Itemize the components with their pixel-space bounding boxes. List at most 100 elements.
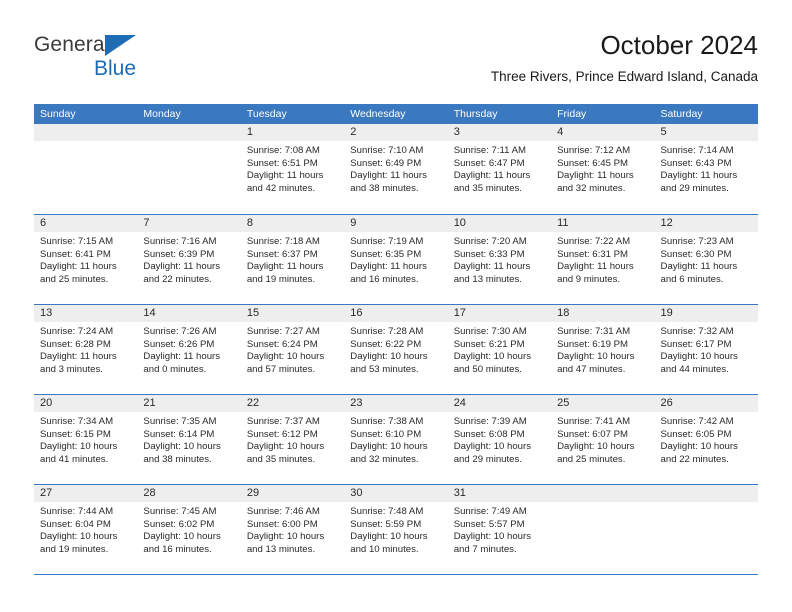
day-sun-info: Sunrise: 7:14 AM Sunset: 6:43 PM Daylight:… [655, 141, 758, 195]
day-info-line: Daylight: 11 hours [350, 170, 427, 182]
day-info-line: Sunset: 6:47 PM [453, 157, 525, 169]
day-info-line: Sunset: 6:28 PM [40, 338, 111, 350]
day-info-line: Sunrise: 7:44 AM [40, 506, 114, 517]
day-info-line: Sunrise: 7:31 AM [557, 326, 631, 337]
day-cell-22[interactable]: 22 Sunrise: 7:37 AM Sunset: 6:12 PM Dayligh… [240, 395, 345, 484]
weekday-header-friday: Friday [557, 108, 587, 120]
day-info-line: Daylight: 11 hours [143, 261, 221, 273]
day-info-line: Sunset: 5:57 PM [453, 518, 525, 530]
day-info-line: and 41 minutes. [40, 453, 109, 465]
weekday-header-wednesday: Wednesday [350, 108, 406, 120]
day-number-band [447, 124, 552, 141]
day-info-line: Daylight: 11 hours [660, 261, 738, 273]
day-cell-24[interactable]: 24 Sunrise: 7:39 AM Sunset: 6:08 PM Dayligh… [447, 395, 552, 484]
day-info-line: Sunset: 6:24 PM [246, 338, 318, 350]
day-info-line: Sunrise: 7:08 AM [246, 145, 320, 156]
day-cell-14[interactable]: 14 Sunrise: 7:26 AM Sunset: 6:26 PM Dayligh… [137, 305, 241, 394]
day-sun-info: Sunrise: 7:19 AM Sunset: 6:35 PM Daylight:… [344, 232, 447, 286]
day-info-line: Sunrise: 7:49 AM [453, 506, 527, 517]
day-info-line: and 35 minutes. [453, 182, 522, 194]
day-cell-19[interactable]: 19 Sunrise: 7:32 AM Sunset: 6:17 PM Dayligh… [654, 305, 758, 394]
logo-text-general: General [34, 33, 110, 56]
day-sun-info: Sunrise: 7:39 AM Sunset: 6:08 PM Daylight:… [448, 412, 551, 466]
day-cell-26[interactable]: 26 Sunrise: 7:42 AM Sunset: 6:05 PM Dayligh… [654, 395, 758, 484]
day-cell-13[interactable]: 13 Sunrise: 7:24 AM Sunset: 6:28 PM Dayligh… [34, 305, 138, 394]
day-info-line: Daylight: 10 hours [660, 351, 738, 363]
day-info-line: Sunrise: 7:24 AM [40, 326, 114, 337]
day-info-line: Sunrise: 7:34 AM [40, 416, 114, 427]
day-sun-info: Sunrise: 7:41 AM Sunset: 6:07 PM Daylight:… [551, 412, 654, 466]
day-cell-3[interactable]: 3 Sunrise: 7:11 AM Sunset: 6:47 PM Daylight… [447, 124, 552, 214]
day-cell-4[interactable]: 4 Sunrise: 7:12 AM Sunset: 6:45 PM Daylight… [551, 124, 655, 214]
day-cell-7[interactable]: 7 Sunrise: 7:16 AM Sunset: 6:39 PM Daylight… [137, 215, 241, 304]
day-number: 27 [40, 487, 53, 499]
day-info-line: Sunrise: 7:10 AM [350, 145, 424, 156]
day-info-line: and 16 minutes. [143, 543, 212, 555]
day-cell-1[interactable]: 1 Sunrise: 7:08 AM Sunset: 6:51 PM Daylight… [240, 124, 345, 214]
day-cell-29[interactable]: 29 Sunrise: 7:46 AM Sunset: 6:00 PM Dayligh… [240, 485, 345, 574]
day-sun-info: Sunrise: 7:10 AM Sunset: 6:49 PM Daylight:… [344, 141, 447, 195]
day-sun-info [655, 502, 758, 506]
day-info-line: and 32 minutes. [350, 453, 419, 465]
day-number: 1 [246, 126, 253, 138]
day-number: 12 [660, 217, 673, 229]
day-cell-20[interactable]: 20 Sunrise: 7:34 AM Sunset: 6:15 PM Dayligh… [34, 395, 138, 484]
day-sun-info [137, 141, 240, 145]
generalblue-logo[interactable]: General Blue [34, 32, 164, 88]
day-info-line: and 10 minutes. [350, 543, 419, 555]
day-cell-21[interactable]: 21 Sunrise: 7:35 AM Sunset: 6:14 PM Dayligh… [137, 395, 241, 484]
day-cell-5[interactable]: 5 Sunrise: 7:14 AM Sunset: 6:43 PM Daylight… [654, 124, 758, 214]
day-cell-31[interactable]: 31 Sunrise: 7:49 AM Sunset: 5:57 PM Dayligh… [447, 485, 552, 574]
day-number-band [654, 124, 758, 141]
day-info-line: Sunrise: 7:16 AM [143, 236, 217, 247]
day-cell-28[interactable]: 28 Sunrise: 7:45 AM Sunset: 6:02 PM Dayligh… [137, 485, 241, 574]
day-info-line: Sunrise: 7:35 AM [143, 416, 217, 427]
day-cell-12[interactable]: 12 Sunrise: 7:23 AM Sunset: 6:30 PM Dayligh… [654, 215, 758, 304]
day-cell-empty [34, 124, 138, 214]
day-info-line: Daylight: 11 hours [246, 170, 324, 182]
day-number: 11 [557, 217, 569, 229]
day-info-line: Daylight: 11 hours [660, 170, 738, 182]
day-number: 2 [350, 126, 357, 138]
day-number-band [240, 124, 345, 141]
day-cell-16[interactable]: 16 Sunrise: 7:28 AM Sunset: 6:22 PM Dayligh… [344, 305, 448, 394]
calendar-week-row: 20 Sunrise: 7:34 AM Sunset: 6:15 PM Dayligh… [34, 394, 758, 484]
day-number: 31 [453, 487, 466, 499]
day-number-band [137, 124, 241, 141]
day-sun-info: Sunrise: 7:37 AM Sunset: 6:12 PM Daylight:… [241, 412, 344, 466]
day-number-band [654, 485, 758, 502]
day-cell-6[interactable]: 6 Sunrise: 7:15 AM Sunset: 6:41 PM Daylight… [34, 215, 138, 304]
day-cell-10[interactable]: 10 Sunrise: 7:20 AM Sunset: 6:33 PM Dayligh… [447, 215, 552, 304]
day-info-line: and 22 minutes. [143, 273, 212, 285]
day-sun-info: Sunrise: 7:48 AM Sunset: 5:59 PM Daylight:… [344, 502, 447, 556]
day-info-line: Daylight: 11 hours [40, 351, 117, 363]
day-cell-8[interactable]: 8 Sunrise: 7:18 AM Sunset: 6:37 PM Daylight… [240, 215, 345, 304]
day-cell-23[interactable]: 23 Sunrise: 7:38 AM Sunset: 6:10 PM Dayligh… [344, 395, 448, 484]
day-info-line: Sunset: 6:21 PM [453, 338, 525, 350]
day-sun-info: Sunrise: 7:24 AM Sunset: 6:28 PM Daylight:… [34, 322, 137, 376]
day-info-line: and 29 minutes. [453, 453, 522, 465]
day-cell-9[interactable]: 9 Sunrise: 7:19 AM Sunset: 6:35 PM Daylight… [344, 215, 448, 304]
day-info-line: Sunset: 6:10 PM [350, 428, 422, 440]
day-cell-25[interactable]: 25 Sunrise: 7:41 AM Sunset: 6:07 PM Dayligh… [551, 395, 655, 484]
day-cell-17[interactable]: 17 Sunrise: 7:30 AM Sunset: 6:21 PM Dayligh… [447, 305, 552, 394]
day-info-line: and 32 minutes. [557, 182, 626, 194]
day-info-line: Sunset: 6:31 PM [557, 248, 629, 260]
day-sun-info: Sunrise: 7:15 AM Sunset: 6:41 PM Daylight:… [34, 232, 137, 286]
day-info-line: Sunset: 6:12 PM [246, 428, 318, 440]
day-info-line: Daylight: 10 hours [40, 531, 118, 543]
day-info-line: Sunrise: 7:38 AM [350, 416, 424, 427]
day-info-line: Sunset: 6:15 PM [40, 428, 111, 440]
day-cell-11[interactable]: 11 Sunrise: 7:22 AM Sunset: 6:31 PM Dayligh… [551, 215, 655, 304]
day-cell-30[interactable]: 30 Sunrise: 7:48 AM Sunset: 5:59 PM Dayligh… [344, 485, 448, 574]
day-info-line: Sunrise: 7:32 AM [660, 326, 734, 337]
day-info-line: Daylight: 10 hours [143, 531, 221, 543]
day-cell-empty [654, 485, 758, 574]
day-info-line: Sunset: 6:19 PM [557, 338, 629, 350]
day-sun-info [34, 141, 137, 145]
day-cell-2[interactable]: 2 Sunrise: 7:10 AM Sunset: 6:49 PM Daylight… [344, 124, 448, 214]
day-cell-18[interactable]: 18 Sunrise: 7:31 AM Sunset: 6:19 PM Dayligh… [551, 305, 655, 394]
day-info-line: Daylight: 11 hours [40, 261, 117, 273]
day-cell-27[interactable]: 27 Sunrise: 7:44 AM Sunset: 6:04 PM Dayligh… [34, 485, 138, 574]
day-cell-15[interactable]: 15 Sunrise: 7:27 AM Sunset: 6:24 PM Dayligh… [240, 305, 345, 394]
